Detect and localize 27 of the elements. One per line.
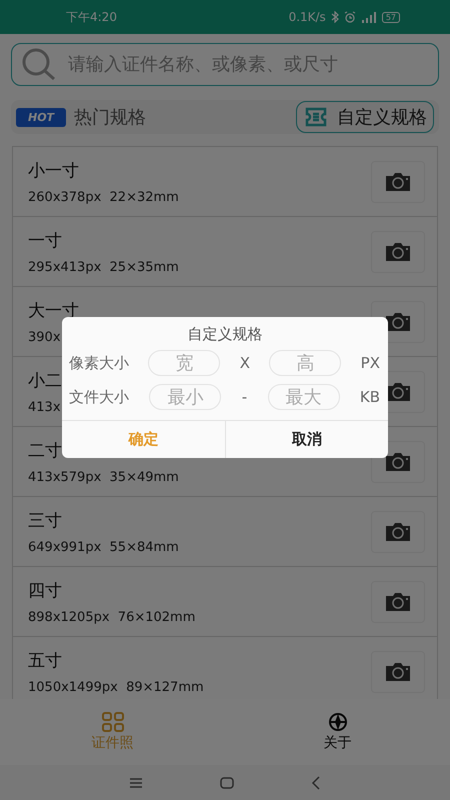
unit-label: KB xyxy=(360,388,380,406)
spec-name: 三寸 xyxy=(28,510,62,532)
spec-name: 小二 xyxy=(28,370,62,392)
spec-name: 四寸 xyxy=(28,580,62,602)
spec-name: 五寸 xyxy=(28,650,62,672)
spec-size: 1050x1499px 89×127mm xyxy=(28,680,204,694)
battery-level: 57 xyxy=(382,12,400,22)
hot-badge: HOT xyxy=(16,108,66,126)
spec-name: 一寸 xyxy=(28,230,62,252)
spec-size: 413x xyxy=(28,400,61,414)
field-label: 文件大小 xyxy=(69,388,129,406)
section-title: 热门规格 xyxy=(74,106,148,129)
spec-size: 260x378px 22×32mm xyxy=(28,190,179,204)
clock: 下午4:20 xyxy=(66,8,117,26)
field-label: 像素大小 xyxy=(69,354,129,372)
spec-name: 小一寸 xyxy=(28,160,79,182)
spec-size: 413x579px 35×49mm xyxy=(28,470,179,484)
spec-size: 898x1205px 76×102mm xyxy=(28,610,196,624)
spec-size: 390x xyxy=(28,330,61,344)
separator-label: X xyxy=(240,354,250,372)
unit-label: PX xyxy=(360,354,380,372)
spec-name: 二寸 xyxy=(28,440,62,462)
separator-label: - xyxy=(242,388,248,406)
spec-size: 295x413px 25×35mm xyxy=(28,260,179,274)
network-speed: 0.1K/s xyxy=(288,10,326,24)
spec-size: 649x991px 55×84mm xyxy=(28,540,179,554)
dialog-title: 自定义规格 xyxy=(188,325,262,344)
